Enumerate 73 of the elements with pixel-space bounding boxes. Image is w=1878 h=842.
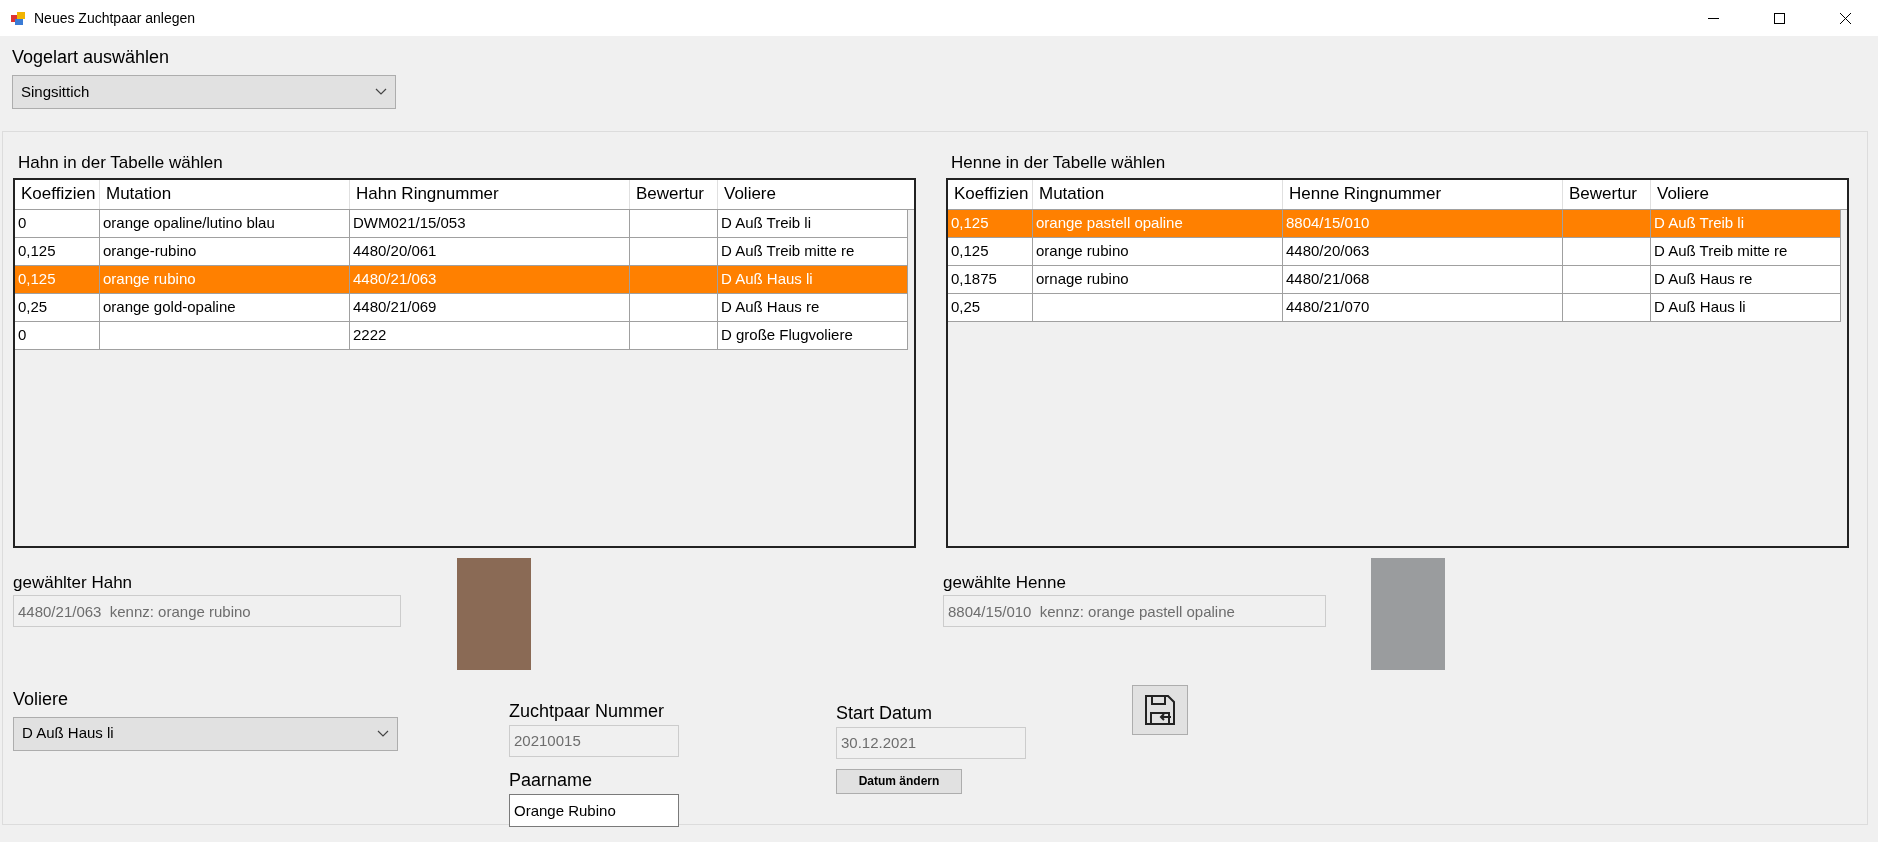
table-cell: 0 (15, 321, 100, 350)
table-cell: 0,125 (948, 209, 1033, 238)
table-row[interactable]: 0,125 orange-rubino 4480/20/061 D Auß Treib mitte re (15, 237, 908, 266)
table-cell: D Auß Haus re (1651, 265, 1841, 294)
app-icon (10, 10, 26, 26)
column-header[interactable]: Mutation (100, 179, 350, 209)
table-cell: 2222 (350, 321, 630, 350)
maximize-icon (1773, 12, 1785, 24)
table-row[interactable]: 0,25 orange gold-opaline 4480/21/069 D Auß Haus re (15, 293, 908, 322)
table-cell: D Auß Treib mitte re (1651, 237, 1841, 266)
table-cell: orange rubino (100, 265, 350, 294)
table-cell: orange pastell opaline (1033, 209, 1283, 238)
column-header[interactable]: Hahn Ringnummer (350, 179, 630, 209)
table-cell: 4480/21/069 (350, 293, 630, 322)
table-cell: D große Flugvoliere (718, 321, 908, 350)
column-header[interactable]: Mutation (1033, 179, 1283, 209)
column-header[interactable]: Voliere (718, 179, 914, 209)
table-cell: 4480/21/070 (1283, 293, 1563, 322)
save-button[interactable] (1132, 684, 1188, 735)
chevron-down-icon (375, 88, 387, 96)
table-row[interactable]: 0,1875 ornage rubino 4480/21/068 D Auß Haus re (948, 265, 1841, 294)
table-cell: D Auß Haus li (718, 265, 908, 294)
chevron-down-icon (377, 729, 389, 738)
table-cell: 4480/21/063 (350, 265, 630, 294)
field-label: Vogelart auswählen (12, 46, 171, 69)
table-cell: orange-rubino (100, 237, 350, 266)
table-cell: D Auß Treib li (718, 209, 908, 238)
table-title: Hahn in der Tabelle wählen (18, 152, 224, 174)
dropdown[interactable]: D Auß Haus li (13, 716, 398, 751)
column-header[interactable]: Bewertur (1563, 179, 1651, 209)
save-icon (1143, 692, 1177, 727)
dropdown[interactable]: Singsittich (12, 75, 396, 109)
table-cell: 4480/20/061 (350, 237, 630, 266)
field-label: Start Datum (836, 701, 934, 725)
text-field[interactable]: Orange Rubino (509, 793, 679, 827)
table-cell: D Auß Haus li (1651, 293, 1841, 322)
table-cell: 0,25 (15, 293, 100, 322)
table-cell: orange gold-opaline (100, 293, 350, 322)
table-cell: 4480/20/063 (1283, 237, 1563, 266)
table-cell: orange rubino (1033, 237, 1283, 266)
table-cell: 0,125 (15, 265, 100, 294)
table-cell: 0,125 (15, 237, 100, 266)
table-cell: orange opaline/lutino blau (100, 209, 350, 238)
change-date-button[interactable]: Datum ändern (836, 768, 962, 794)
column-header[interactable]: Voliere (1651, 179, 1847, 209)
column-header[interactable]: Henne Ringnummer (1283, 179, 1563, 209)
table-cell: 0,1875 (948, 265, 1033, 294)
table-cell: D Auß Treib mitte re (718, 237, 908, 266)
table-cell: 0,125 (948, 237, 1033, 266)
table-cell: 0 (15, 209, 100, 238)
table-title: Henne in der Tabelle wählen (951, 152, 1167, 174)
table-cell: ornage rubino (1033, 265, 1283, 294)
table-cell: D Auß Haus re (718, 293, 908, 322)
table-cell: 8804/15/010 (1283, 209, 1563, 238)
table-cell: 0,25 (948, 293, 1033, 322)
column-header[interactable]: Koeffizien (15, 179, 100, 209)
column-header[interactable]: Koeffizien (948, 179, 1033, 209)
table-row[interactable]: 0 2222 D große Flugvoliere (15, 321, 908, 350)
field-label: gewählte Henne (943, 571, 1067, 594)
column-header[interactable]: Bewertur (630, 179, 718, 209)
table-row[interactable]: 0,25 4480/21/070 D Auß Haus li (948, 293, 1841, 322)
close-icon (1839, 12, 1851, 24)
window-title: Neues Zuchtpaar anlegen (34, 8, 196, 28)
table-cell: 4480/21/068 (1283, 265, 1563, 294)
table-row[interactable]: 0,125 orange rubino 4480/20/063 D Auß Treib mitte re (948, 237, 1841, 266)
field-label: Voliere (13, 687, 70, 711)
minimize-icon (1707, 17, 1719, 19)
field-label: gewählter Hahn (13, 571, 134, 594)
table-cell: DWM021/15/053 (350, 209, 630, 238)
table-cell: D Auß Treib li (1651, 209, 1841, 238)
field-label: Paarname (509, 768, 594, 792)
table-row[interactable]: 0 orange opaline/lutino blau DWM021/15/053 D Auß Treib li (15, 209, 908, 238)
field-label: Zuchtpaar Nummer (509, 699, 666, 723)
